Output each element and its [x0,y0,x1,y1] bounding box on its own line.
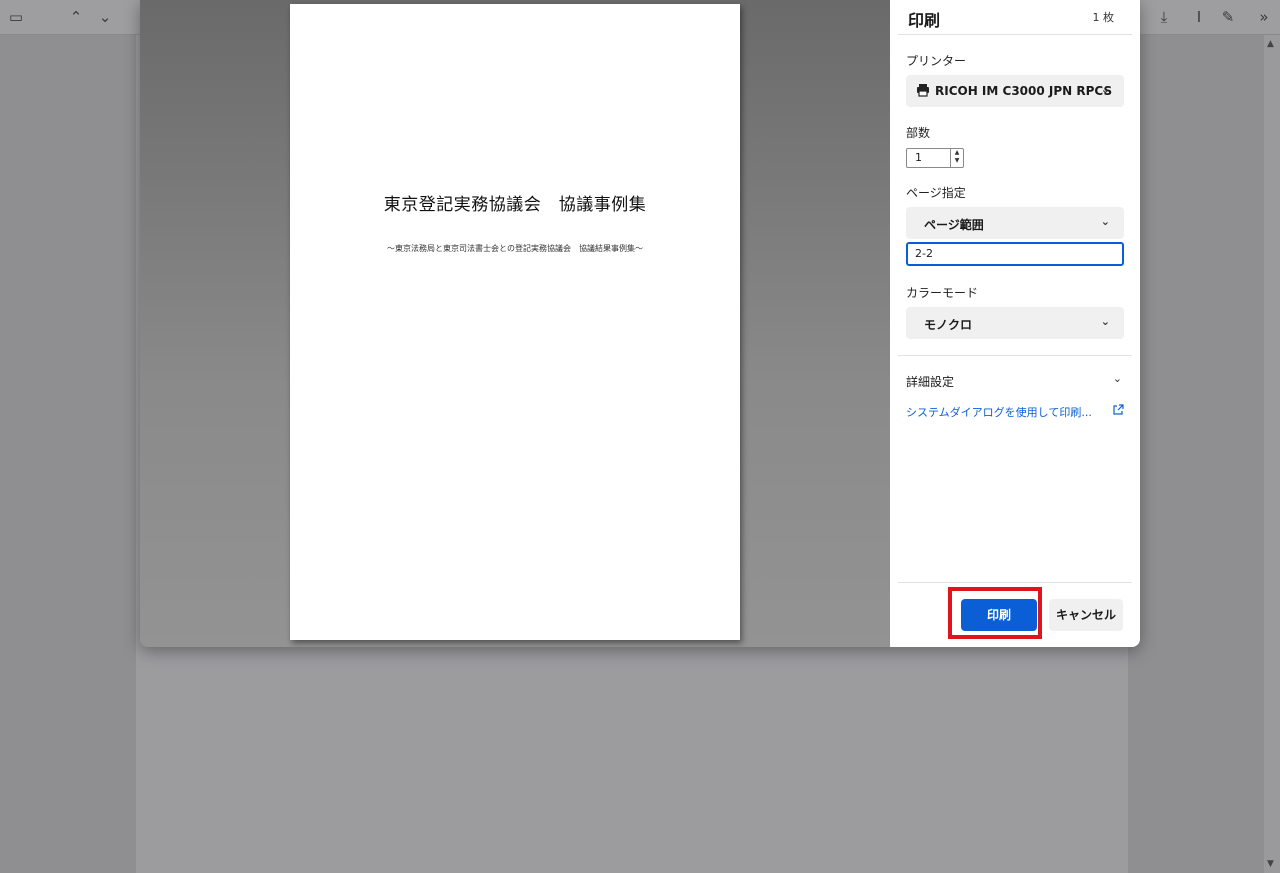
printer-label: プリンター [906,54,967,68]
pages-label: ページ指定 [906,186,966,200]
scroll-down-icon[interactable]: ▼ [1267,859,1274,869]
spin-buttons[interactable]: ▲ ▼ [950,149,963,167]
more-icon[interactable]: » [1254,8,1274,26]
highlight-annotation [948,587,1042,639]
divider [898,582,1132,583]
chevron-down-icon[interactable]: ⌄ [95,8,115,26]
chevron-down-icon: ⌄ [1100,215,1110,228]
copies-value: 1 [915,151,922,164]
page-range-input[interactable]: 2-2 [906,242,1124,266]
save-icon[interactable]: ⤓ [1154,8,1174,26]
scroll-up-icon[interactable]: ▲ [1267,39,1274,49]
printer-icon [917,84,929,97]
preview-page-subtitle: ～東京法務局と東京司法書士会との登記実務協議会 協議結果事例集～ [387,244,643,253]
viewer-gutter-right [1128,35,1264,873]
preview-page-title: 東京登記実務協議会 協議事例集 [383,195,647,215]
print-preview: 東京登記実務協議会 協議事例集 ～東京法務局と東京司法書士会との登記実務協議会 … [140,0,890,647]
printer-select[interactable]: RICOH IM C3000 JPN RPCS ⌄ [906,75,1124,107]
sheet-count: 1 枚 [1092,11,1115,24]
external-link-icon[interactable] [1112,404,1124,416]
draw-icon[interactable]: ✎ [1218,8,1238,26]
print-dialog: 東京登記実務協議会 協議事例集 ～東京法務局と東京司法書士会との登記実務協議会 … [140,0,1140,647]
cancel-button[interactable]: キャンセル [1049,599,1123,631]
divider [898,355,1132,356]
system-dialog-link[interactable]: システムダイアログを使用して印刷... [906,404,1092,420]
chevron-down-icon[interactable]: ⌄ [1113,372,1122,385]
copies-stepper[interactable]: 1 ▲ ▼ [906,148,964,168]
more-settings-toggle[interactable]: 詳細設定 [906,373,954,390]
color-mode-value: モノクロ [924,318,973,332]
print-settings-panel: 印刷 1 枚 プリンター RICOH IM C3000 JPN RPCS ⌄ 部… [890,0,1140,647]
sidebar-icon[interactable]: ▭ [6,8,26,26]
viewer-gutter-left [0,35,136,873]
copies-label: 部数 [906,126,931,140]
chevron-up-icon[interactable]: ⌃ [66,8,86,26]
printer-name: RICOH IM C3000 JPN RPCS [935,84,1113,98]
page-range-value: 2-2 [915,247,933,260]
preview-page: 東京登記実務協議会 協議事例集 ～東京法務局と東京司法書士会との登記実務協議会 … [290,4,740,640]
color-mode-select[interactable]: モノクロ ⌄ [906,307,1124,339]
dialog-title: 印刷 [908,11,941,30]
chevron-down-icon: ⌄ [1100,315,1110,328]
pages-select[interactable]: ページ範囲 ⌄ [906,207,1124,239]
chevron-down-icon: ⌄ [1100,83,1110,96]
divider [898,34,1132,35]
text-select-icon[interactable]: I [1189,8,1209,26]
vertical-scrollbar[interactable]: ▲ ▼ [1264,35,1280,873]
pages-value: ページ範囲 [924,218,984,232]
color-mode-label: カラーモード [906,286,979,300]
